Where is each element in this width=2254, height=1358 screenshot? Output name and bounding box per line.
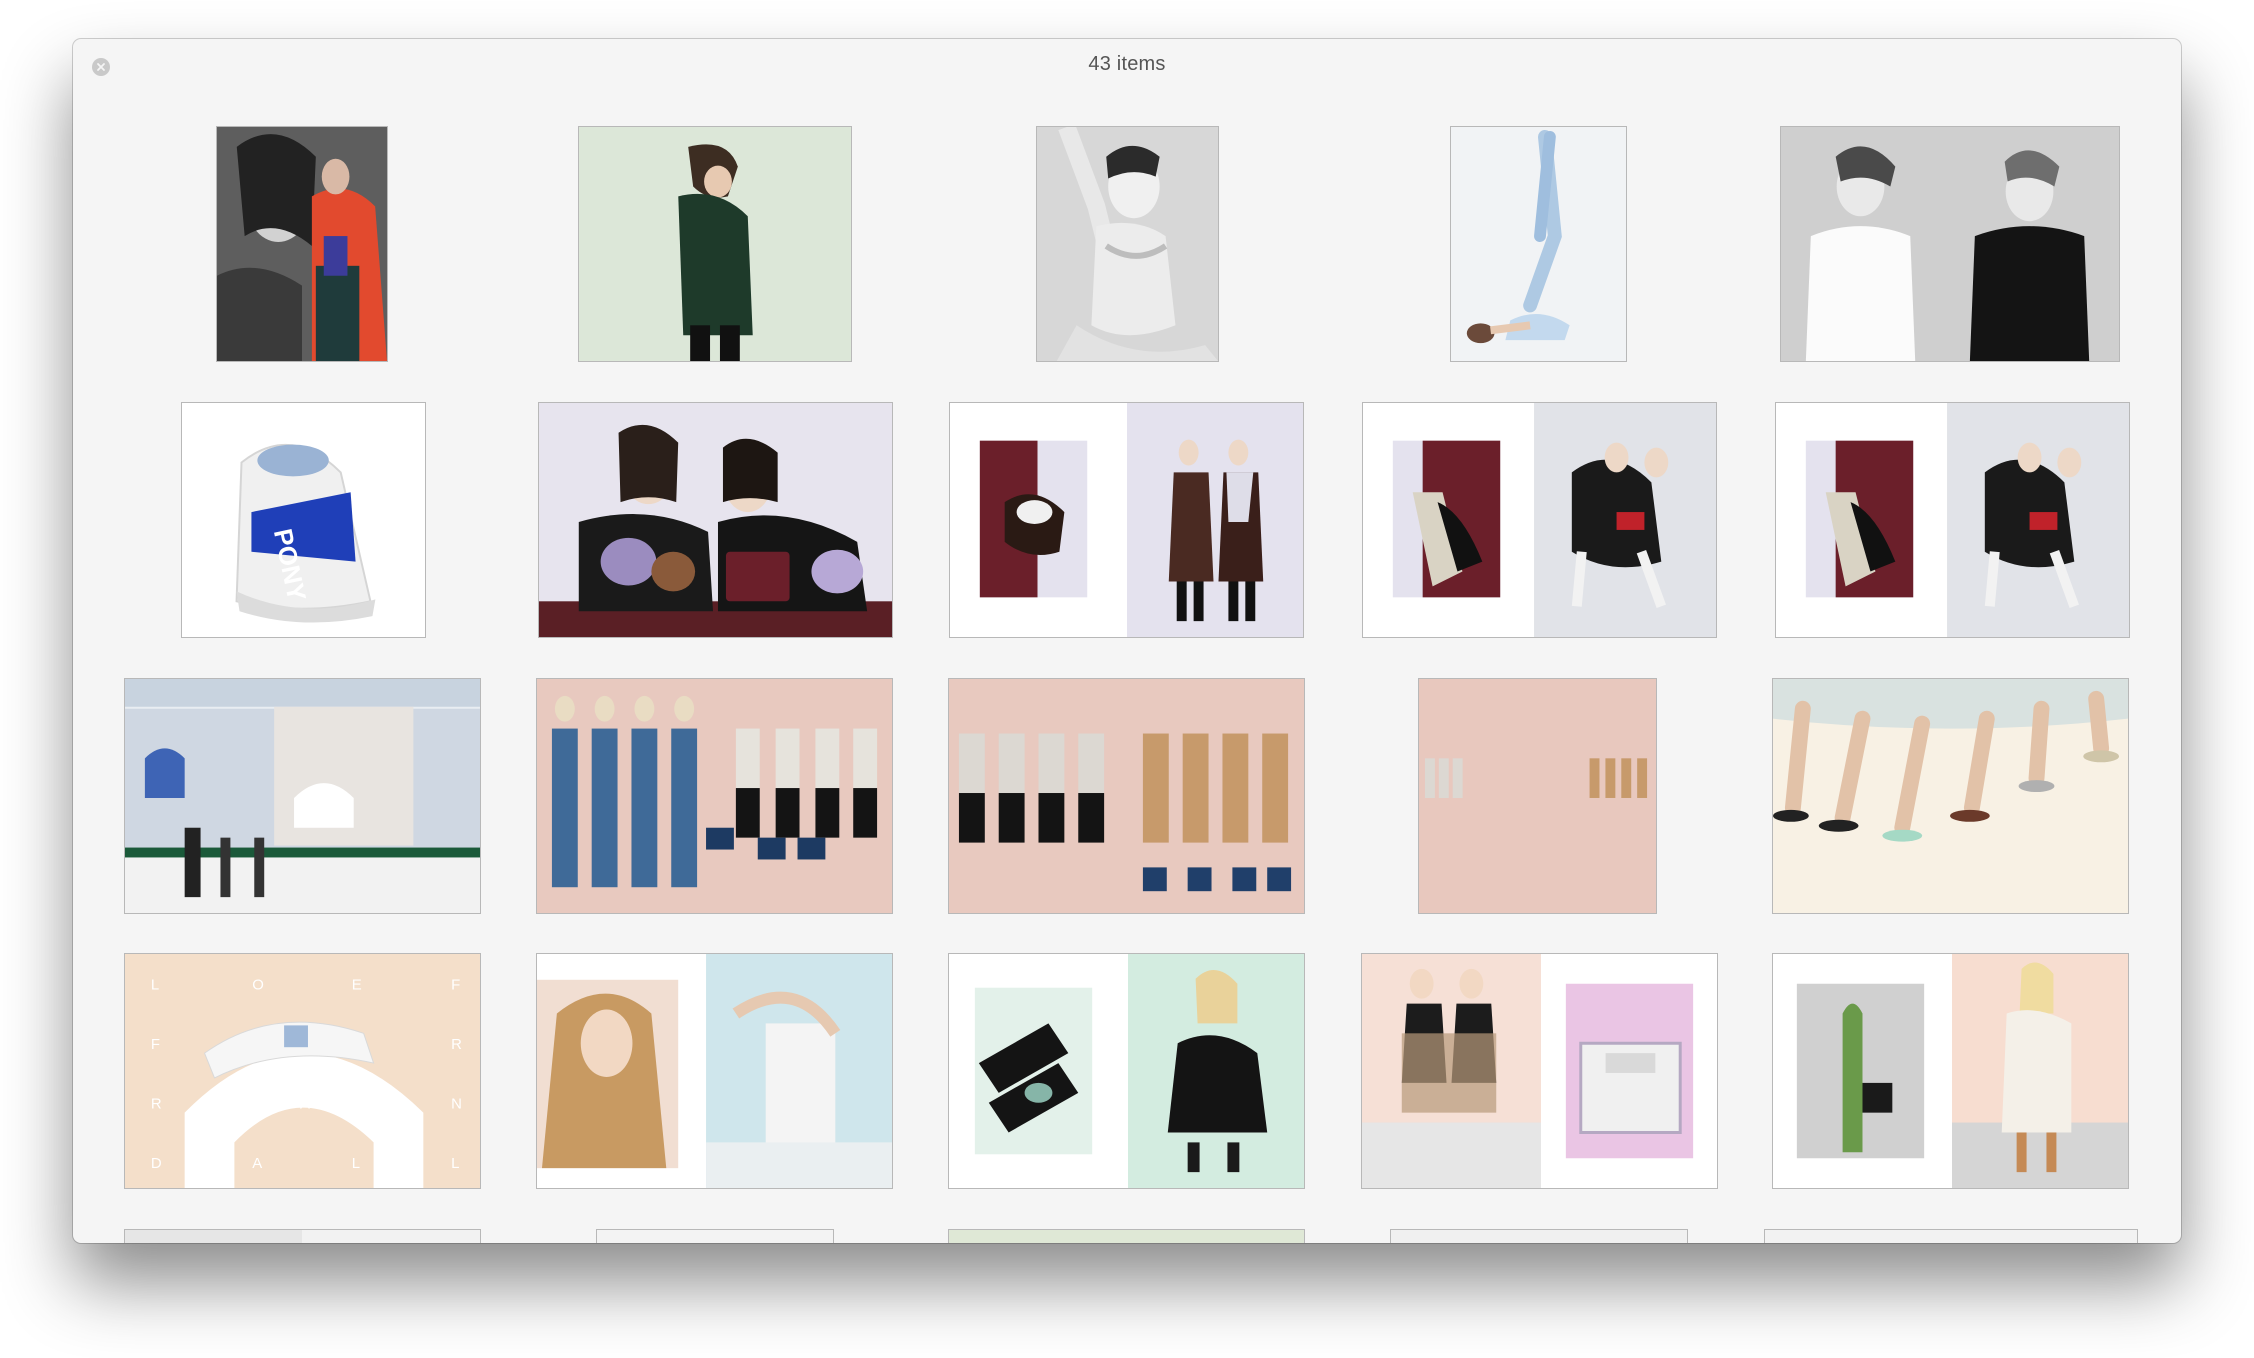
svg-text:D: D (151, 1156, 162, 1172)
svg-text:R: R (151, 1097, 162, 1113)
svg-text:A: A (252, 1156, 262, 1172)
thumbnail-21[interactable] (124, 1229, 481, 1243)
thumbnail-3[interactable] (1036, 126, 1219, 362)
svg-text:N: N (451, 1097, 462, 1113)
thumbnail-20[interactable] (1772, 953, 2129, 1189)
thumbnail-18[interactable] (948, 953, 1305, 1189)
thumbnail-grid: PONY L O E F F R R N D A L L (73, 39, 2181, 1243)
svg-text:R: R (451, 1037, 462, 1053)
thumbnail-11[interactable] (124, 678, 481, 914)
thumbnail-1[interactable] (216, 126, 388, 362)
thumbnail-14[interactable] (1418, 678, 1657, 914)
svg-text:O: O (252, 978, 264, 994)
thumbnail-6[interactable]: PONY (181, 402, 426, 638)
thumbnail-10[interactable] (1775, 402, 2130, 638)
svg-text:L: L (352, 1156, 360, 1172)
thumbnail-12[interactable] (536, 678, 893, 914)
svg-text:L: L (451, 1156, 459, 1172)
thumbnail-5[interactable] (1780, 126, 2120, 362)
svg-text:E: E (352, 978, 362, 994)
thumbnail-22[interactable] (596, 1229, 834, 1243)
svg-text:L: L (151, 978, 159, 994)
thumbnail-24[interactable] (1390, 1229, 1688, 1243)
thumbnail-16[interactable]: LOEF FR RAN DALL (124, 953, 481, 1189)
thumbnail-7[interactable] (538, 402, 893, 638)
quick-look-window: 43 items PONY L O E F F R R N D A L L (73, 39, 2181, 1243)
thumbnail-25[interactable] (1764, 1229, 2138, 1243)
thumbnail-13[interactable] (948, 678, 1305, 914)
thumbnail-8[interactable] (949, 402, 1304, 638)
thumbnail-17[interactable] (536, 953, 893, 1189)
svg-text:F: F (451, 978, 460, 994)
svg-text:F: F (151, 1037, 160, 1053)
thumbnail-23[interactable] (948, 1229, 1305, 1243)
thumbnail-2[interactable] (578, 126, 852, 362)
thumbnail-9[interactable] (1362, 402, 1717, 638)
thumbnail-19[interactable] (1361, 953, 1718, 1189)
thumbnail-15[interactable] (1772, 678, 2129, 914)
thumbnail-4[interactable] (1450, 126, 1627, 362)
